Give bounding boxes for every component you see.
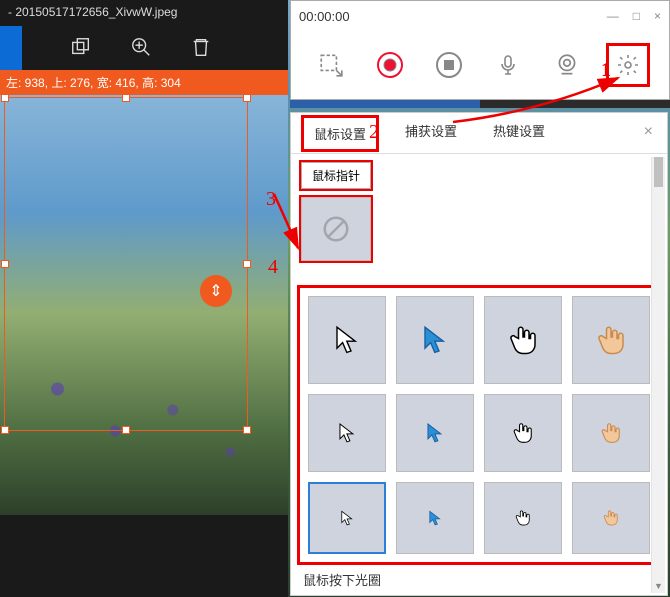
- cursor-arrow-white-lg[interactable]: [308, 296, 386, 384]
- editor-filename: - 20150517172656_XivwW.jpeg: [0, 0, 288, 26]
- record-button[interactable]: [370, 45, 410, 85]
- cursor-arrow-white-sm[interactable]: [308, 482, 386, 554]
- minimize-button[interactable]: —: [607, 9, 619, 23]
- subtab-mouse-pointer[interactable]: 鼠标指针: [301, 162, 371, 189]
- settings-close-button[interactable]: ×: [644, 123, 653, 141]
- image-canvas[interactable]: ⇕: [0, 95, 288, 515]
- settings-tabs: 鼠标设置捕获设置热键设置 ×: [291, 113, 667, 153]
- cursor-hand-white-md[interactable]: [484, 394, 562, 472]
- cursor-hand-skin-sm[interactable]: [572, 482, 650, 554]
- mouse-click-ring-label: 鼠标按下光圈: [303, 570, 381, 589]
- recorder-window: 00:00:00 — □ ×: [290, 0, 670, 100]
- settings-scrollbar[interactable]: ▲▼: [651, 157, 665, 593]
- cursor-grid: [297, 285, 661, 565]
- close-button[interactable]: ×: [654, 9, 661, 23]
- annotation-4: 4: [268, 256, 278, 279]
- cursor-hand-white-lg[interactable]: [484, 296, 562, 384]
- editor-active-tool[interactable]: [0, 26, 22, 70]
- cursor-arrow-blue-sm[interactable]: [396, 482, 474, 554]
- cursor-arrow-blue-md[interactable]: [396, 394, 474, 472]
- webcam-button[interactable]: [547, 45, 587, 85]
- crop-dimensions-label: 左: 938, 上: 276, 宽: 416, 高: 304: [0, 70, 288, 95]
- zoom-in-icon[interactable]: [130, 36, 152, 61]
- image-editor-panel: - 20150517172656_XivwW.jpeg 左: 938, 上: 2…: [0, 0, 288, 597]
- cursor-arrow-blue-lg[interactable]: [396, 296, 474, 384]
- cursor-hand-white-sm[interactable]: [484, 482, 562, 554]
- microphone-button[interactable]: [488, 45, 528, 85]
- cursor-hand-skin-lg[interactable]: [572, 296, 650, 384]
- annotation-1: 1: [601, 59, 611, 82]
- resize-handle-badge[interactable]: ⇕: [200, 275, 232, 307]
- layers-icon[interactable]: [70, 36, 92, 61]
- settings-tab-0[interactable]: 鼠标设置: [301, 115, 379, 152]
- settings-panel: 鼠标设置捕获设置热键设置 × 鼠标指针 鼠标按下光圈 ▲▼ 2: [290, 112, 668, 596]
- stop-button[interactable]: [429, 45, 469, 85]
- region-select-button[interactable]: [311, 45, 351, 85]
- settings-button[interactable]: [606, 43, 650, 87]
- editor-toolbar: [0, 26, 288, 70]
- annotation-2: 2: [369, 121, 379, 144]
- timer-label: 00:00:00: [299, 9, 350, 24]
- cursor-none-option[interactable]: [301, 197, 371, 261]
- cursor-arrow-white-md[interactable]: [308, 394, 386, 472]
- trash-icon[interactable]: [190, 36, 212, 61]
- settings-tab-2[interactable]: 热键设置: [483, 115, 555, 152]
- cursor-hand-skin-md[interactable]: [572, 394, 650, 472]
- selection-rectangle[interactable]: [4, 97, 248, 431]
- annotation-3: 3: [266, 188, 276, 211]
- maximize-button[interactable]: □: [633, 9, 640, 23]
- settings-tab-1[interactable]: 捕获设置: [395, 115, 467, 152]
